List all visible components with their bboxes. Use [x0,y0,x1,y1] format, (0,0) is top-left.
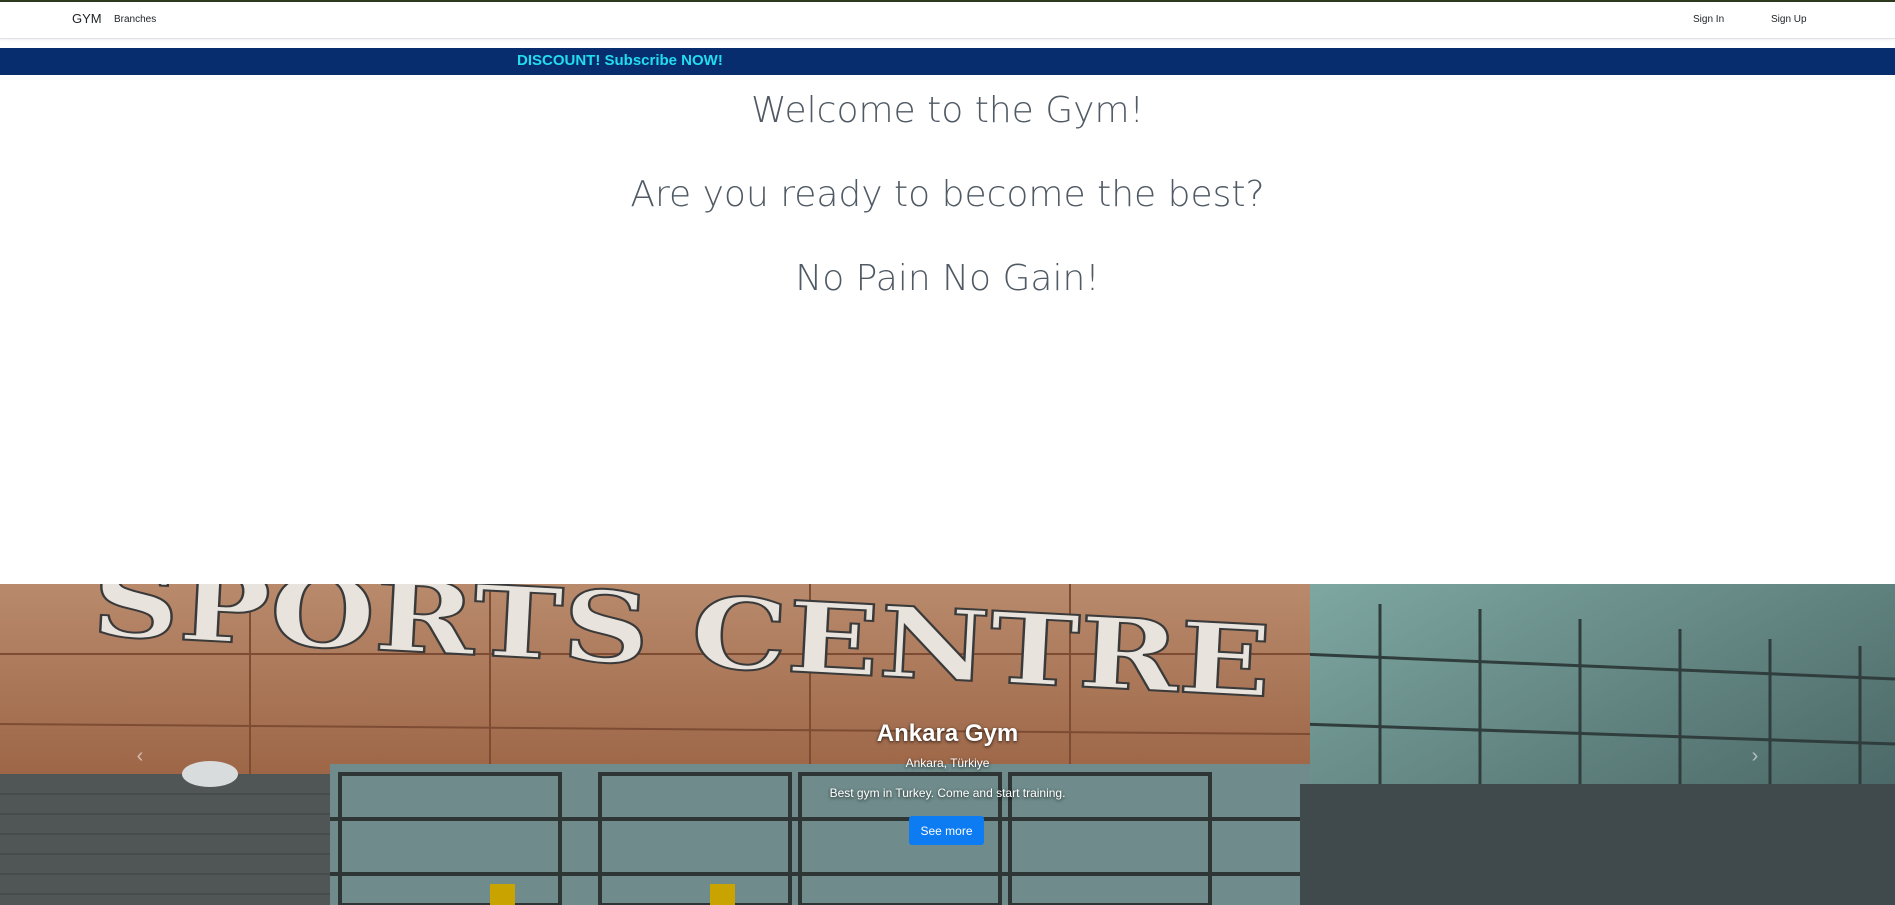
brand-link[interactable]: GYM [72,11,102,26]
motto-heading: No Pain No Gain! [795,258,1100,299]
branch-carousel: SPORTS CENTRE ‹ › Ankara Gym Ankara, Tür… [0,584,1895,905]
ready-heading: Are you ready to become the best? [630,174,1265,215]
welcome-heading: Welcome to the Gym! [751,90,1144,131]
nav-link-branches[interactable]: Branches [114,14,156,25]
slide-title: Ankara Gym [876,720,1019,747]
navbar: GYM Branches Sign In Sign Up [0,2,1895,39]
slide-description: Best gym in Turkey. Come and start train… [829,786,1066,800]
see-more-button[interactable]: See more [909,816,984,845]
nav-link-sign-up[interactable]: Sign Up [1771,14,1807,25]
slide-location: Ankara, Türkiye [905,756,990,770]
discount-banner-text[interactable]: DISCOUNT! Subscribe NOW! [517,52,723,69]
nav-link-sign-in[interactable]: Sign In [1693,14,1724,25]
page: GYM Branches Sign In Sign Up DISCOUNT! S… [0,0,1895,905]
discount-banner: DISCOUNT! Subscribe NOW! [0,48,1895,75]
